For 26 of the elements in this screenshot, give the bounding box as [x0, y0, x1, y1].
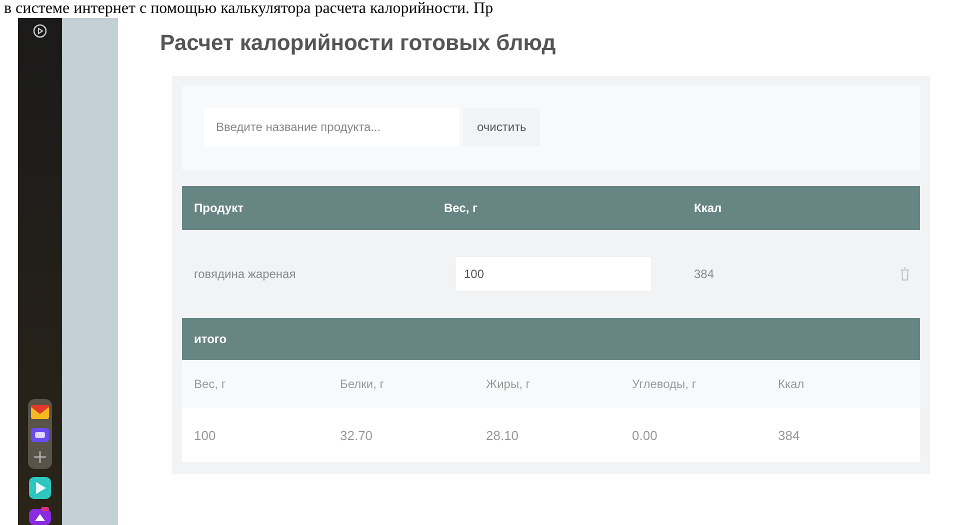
play-circle-icon[interactable] [33, 24, 47, 38]
total-value: 384 [778, 428, 801, 442]
document-text: в системе интернет с помощью калькулятора расчета калорийности. Пр [3, 0, 494, 18]
column-header: Ккал [694, 201, 723, 215]
search-field[interactable]: Введите название продукта... [204, 108, 459, 146]
total-column-label: Ккал [778, 377, 806, 391]
kcal-value: 384 [694, 267, 716, 281]
chat-icon[interactable] [31, 428, 49, 442]
plus-icon[interactable] [33, 450, 47, 464]
total-column-label: Вес, г [194, 377, 227, 391]
total-column-label: Углеводы, г [632, 377, 698, 391]
total-label: итого [194, 332, 227, 346]
total-value: 100 [194, 428, 217, 442]
weight-field[interactable]: 100 [456, 257, 651, 291]
column-header: Продукт [194, 201, 244, 215]
total-column-label: Белки, г [340, 377, 386, 391]
mail-icon[interactable] [31, 404, 49, 420]
product-name: говядина жареная [194, 267, 297, 281]
total-column-label: Жиры, г [486, 377, 532, 391]
total-value: 0.00 [632, 428, 658, 442]
total-value: 28.10 [486, 428, 520, 442]
clear-button[interactable]: очистить [463, 108, 540, 146]
page-title: Расчет калорийности готовых блюд [160, 30, 557, 56]
play-app-icon[interactable] [29, 477, 51, 499]
column-header: Вес, г [444, 201, 479, 215]
total-value: 32.70 [340, 428, 374, 442]
